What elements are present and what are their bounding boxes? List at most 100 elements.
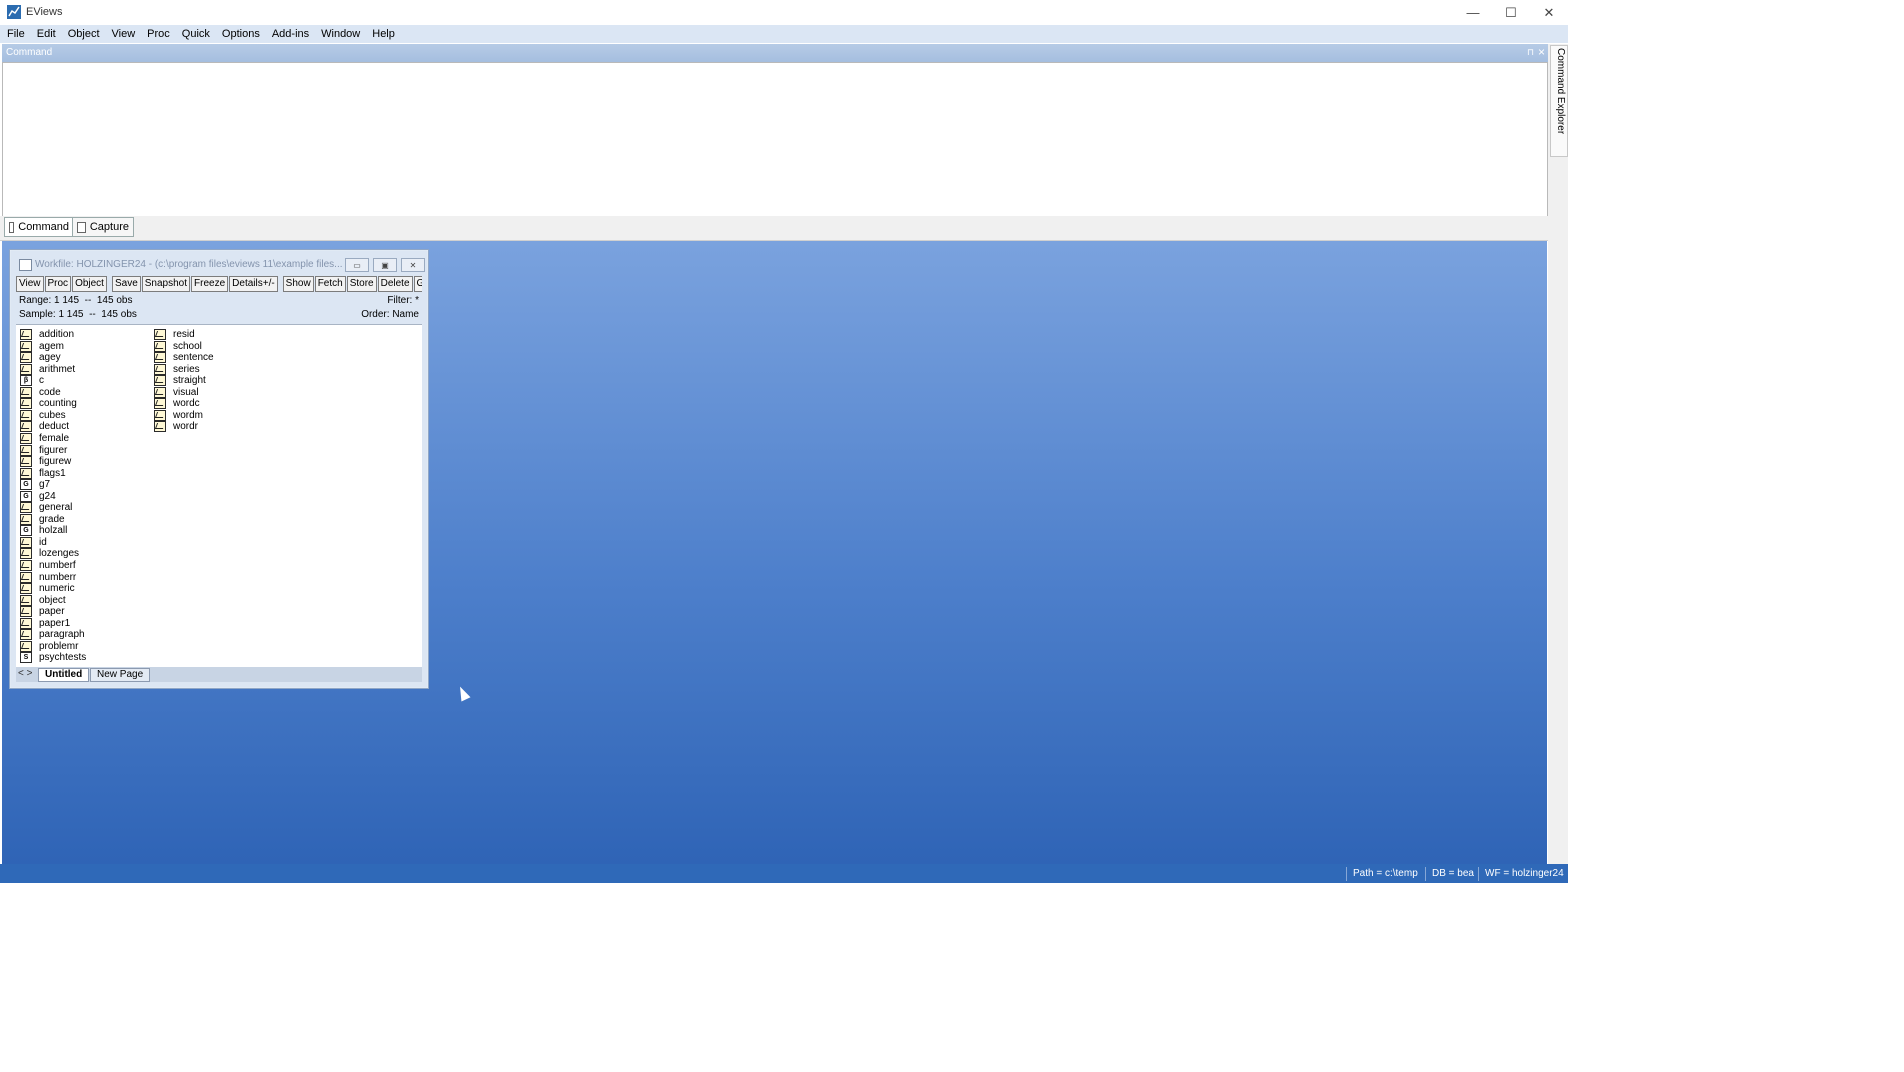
object-g24[interactable]: Gg24 (20, 490, 56, 502)
close-button[interactable]: ✕ (1530, 0, 1568, 25)
toolbar-store-button[interactable]: Store (346, 276, 377, 292)
object-label: addition (39, 329, 75, 340)
toolbar-genr-button[interactable]: Genr (413, 276, 422, 292)
command-input-area[interactable] (2, 62, 1548, 217)
series-icon (20, 640, 32, 652)
object-general[interactable]: general (20, 502, 72, 514)
page-tab-new-page[interactable]: New Page (90, 668, 151, 682)
object-lozenges[interactable]: lozenges (20, 548, 80, 560)
menu-edit[interactable]: Edit (30, 25, 61, 43)
object-paper1[interactable]: paper1 (20, 617, 70, 629)
toolbar-view-button[interactable]: View (16, 276, 44, 292)
series-icon (20, 432, 32, 444)
toolbar-delete-button[interactable]: Delete (377, 276, 413, 292)
series-icon (20, 386, 32, 398)
group-icon: G (20, 525, 32, 537)
toolbar-object-button[interactable]: Object (72, 276, 107, 292)
object-code[interactable]: code (20, 386, 61, 398)
object-label: lozenges (39, 548, 80, 560)
workfile-minimize-button[interactable]: ▭ (345, 258, 369, 272)
object-cubes[interactable]: cubes (20, 409, 66, 421)
sample-line[interactable]: Sample: 1 145 -- 145 obs (19, 309, 137, 320)
object-c[interactable]: βc (20, 375, 44, 387)
object-wordr[interactable]: wordr (154, 421, 198, 433)
object-paper[interactable]: paper (20, 606, 65, 618)
object-arithmet[interactable]: arithmet (20, 363, 75, 375)
object-holzall[interactable]: Gholzall (20, 525, 67, 537)
toolbar-details-button[interactable]: Details+/- (229, 276, 278, 292)
object-numberf[interactable]: numberf (20, 560, 76, 571)
series-icon (20, 513, 32, 525)
toolbar-fetch-button[interactable]: Fetch (314, 276, 346, 292)
sample-separator: -- (89, 309, 96, 320)
object-numberr[interactable]: numberr (20, 571, 76, 583)
object-label: agey (39, 352, 61, 364)
object-deduct[interactable]: deduct (20, 421, 69, 433)
filter-label[interactable]: Filter: * (387, 295, 419, 306)
object-sentence[interactable]: sentence (154, 352, 214, 364)
object-label: flags1 (39, 467, 66, 479)
order-label[interactable]: Order: Name (361, 309, 419, 320)
object-g7[interactable]: Gg7 (20, 479, 50, 491)
object-id[interactable]: id (20, 536, 47, 548)
menu-add-ins[interactable]: Add-ins (265, 25, 314, 43)
menu-object[interactable]: Object (61, 25, 105, 43)
pin-icon[interactable]: ⊓ (1527, 47, 1534, 58)
page-nav-arrows[interactable]: < > (18, 668, 32, 679)
object-psychtests[interactable]: Spsychtests (20, 652, 86, 664)
object-agey[interactable]: agey (20, 352, 61, 364)
object-agem[interactable]: agem (20, 340, 64, 352)
series-icon (154, 398, 166, 410)
window-icon (77, 221, 86, 233)
menu-quick[interactable]: Quick (175, 25, 215, 43)
object-addition[interactable]: addition (20, 329, 74, 340)
series-icon (20, 548, 32, 560)
menu-view[interactable]: View (105, 25, 141, 43)
workfile-maximize-button[interactable]: ▣ (373, 258, 397, 272)
series-icon (20, 352, 32, 364)
sample-value: 1 145 (58, 309, 84, 320)
object-grade[interactable]: grade (20, 513, 65, 525)
toolbar-show-button[interactable]: Show (282, 276, 314, 292)
object-object[interactable]: object (20, 594, 66, 606)
close-icon[interactable]: × (1538, 45, 1545, 59)
object-school[interactable]: school (154, 340, 202, 352)
toolbar-freeze-button[interactable]: Freeze (191, 276, 229, 292)
range-line[interactable]: Range: 1 145 -- 145 obs (19, 295, 132, 306)
menu-options[interactable]: Options (215, 25, 265, 43)
object-counting[interactable]: counting (20, 398, 77, 410)
workfile-window[interactable]: Workfile: HOLZINGER24 - (c:\program file… (9, 249, 429, 689)
tab-capture-label: Capture (89, 221, 129, 233)
object-series[interactable]: series (154, 363, 200, 375)
object-wordc[interactable]: wordc (154, 398, 200, 410)
page-tab-untitled[interactable]: Untitled (38, 668, 90, 682)
object-resid[interactable]: resid (154, 329, 195, 340)
series-icon (20, 594, 32, 606)
menu-window[interactable]: Window (314, 25, 365, 43)
object-straight[interactable]: straight (154, 375, 206, 387)
tab-capture[interactable]: Capture (72, 217, 134, 237)
object-wordm[interactable]: wordm (154, 409, 203, 421)
object-numeric[interactable]: numeric (20, 583, 75, 595)
object-figurew[interactable]: figurew (20, 456, 71, 468)
menu-help[interactable]: Help (365, 25, 400, 43)
toolbar-proc-button[interactable]: Proc (44, 276, 72, 292)
object-figurer[interactable]: figurer (20, 444, 67, 456)
object-flags1[interactable]: flags1 (20, 467, 66, 479)
menu-file[interactable]: File (0, 25, 30, 43)
maximize-button[interactable]: ☐ (1492, 0, 1530, 25)
coef-icon: β (20, 375, 32, 387)
toolbar-snapshot-button[interactable]: Snapshot (141, 276, 191, 292)
object-female[interactable]: female (20, 432, 69, 444)
object-visual[interactable]: visual (154, 386, 199, 398)
eviews-logo-icon (7, 5, 21, 19)
series-icon (20, 617, 32, 629)
object-problemr[interactable]: problemr (20, 640, 78, 652)
workfile-title-bar[interactable]: Workfile: HOLZINGER24 - (c:\program file… (15, 257, 425, 273)
tab-command[interactable]: Command (4, 217, 74, 237)
object-paragraph[interactable]: paragraph (20, 629, 85, 641)
menu-proc[interactable]: Proc (140, 25, 175, 43)
minimize-button[interactable]: — (1454, 0, 1492, 25)
toolbar-save-button[interactable]: Save (111, 276, 141, 292)
workfile-close-button[interactable]: ✕ (401, 258, 425, 272)
